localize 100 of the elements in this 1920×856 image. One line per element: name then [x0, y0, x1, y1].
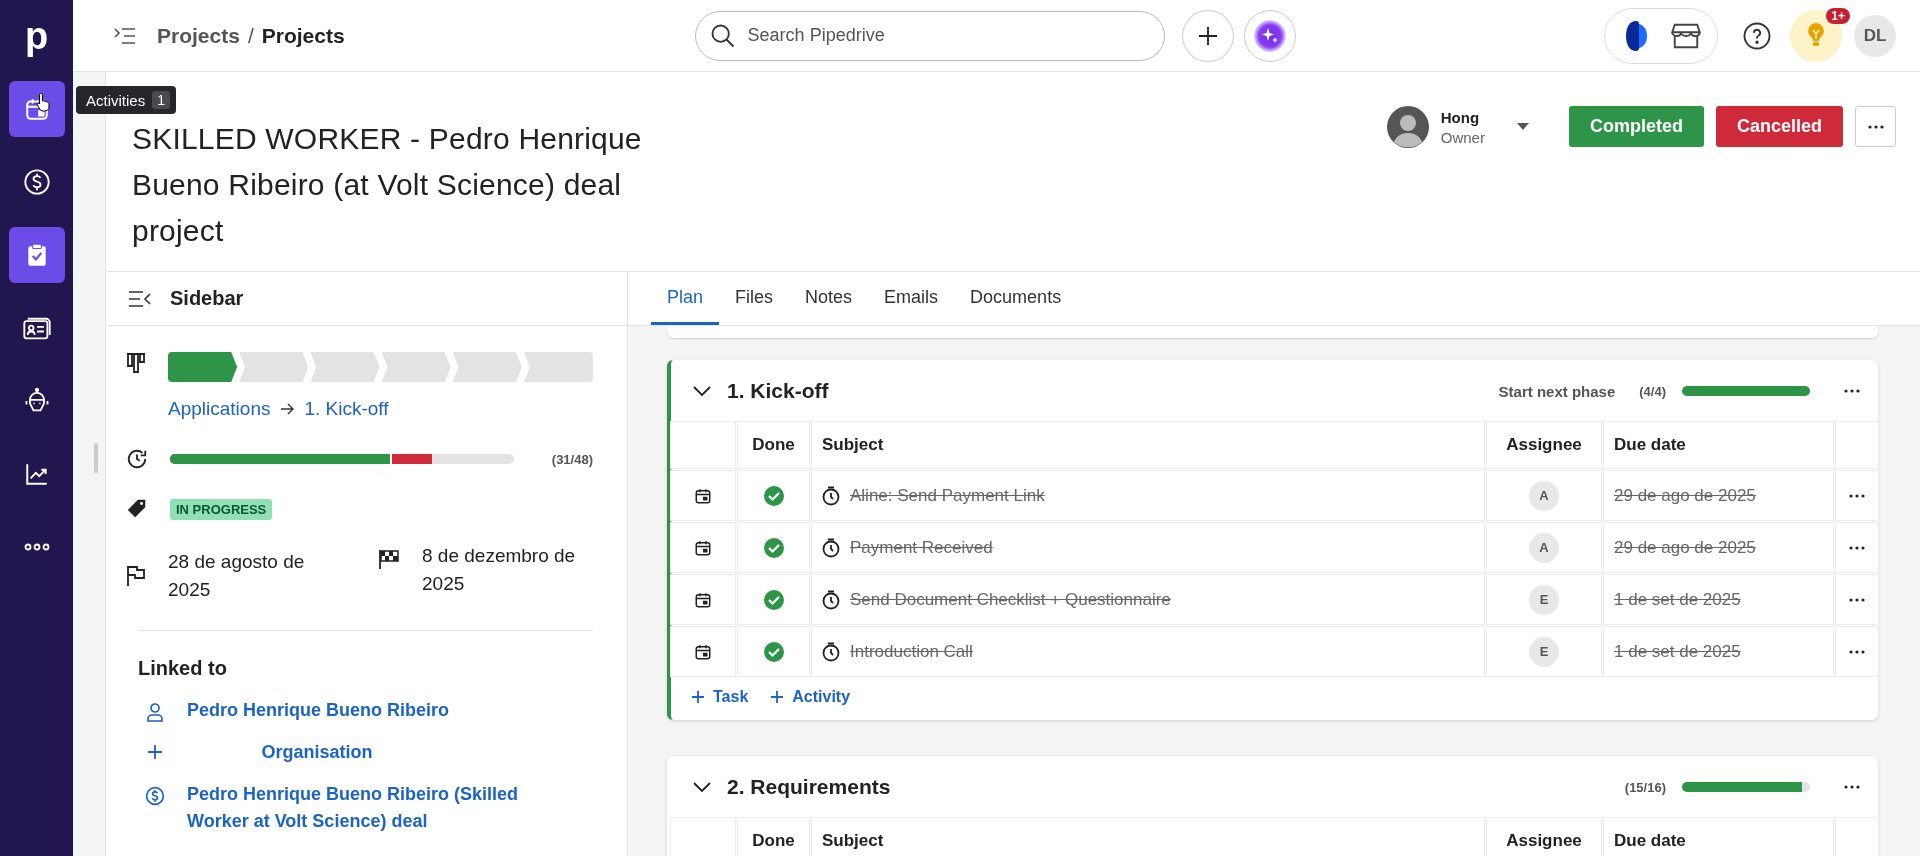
marketplace-icon[interactable]	[1671, 21, 1701, 50]
plus-icon	[1196, 24, 1219, 47]
cancelled-button[interactable]: Cancelled	[1715, 106, 1843, 147]
add-link[interactable]: Task	[691, 688, 749, 706]
chart-icon	[23, 461, 50, 487]
column-header: Done	[738, 422, 809, 468]
more-icon	[23, 543, 50, 551]
search-field[interactable]: Search Pipedrive	[694, 10, 1165, 61]
person-icon	[145, 702, 165, 722]
arrow-right-icon	[280, 403, 295, 415]
completed-button[interactable]: Completed	[1568, 106, 1704, 147]
more-icon[interactable]	[1844, 389, 1860, 393]
column-header: Assignee	[1487, 818, 1601, 856]
expand-menu-icon[interactable]	[113, 26, 137, 45]
assignee-avatar: A	[1529, 480, 1559, 511]
due-date: 1 de set de 2025	[1614, 641, 1741, 662]
more-icon[interactable]	[1849, 649, 1865, 654]
user-avatar[interactable]: DL	[1854, 14, 1896, 57]
more-icon[interactable]	[1844, 785, 1860, 789]
count-badge: 1	[152, 91, 170, 109]
calendar-icon[interactable]	[694, 538, 712, 557]
column-header: Due date	[1604, 818, 1833, 856]
chevron-down-icon[interactable]	[693, 386, 711, 396]
owner-name: Hong	[1440, 108, 1481, 126]
calendar-icon[interactable]	[694, 590, 712, 609]
board-link[interactable]: Applications	[168, 398, 271, 420]
sidebar-title: Sidebar	[170, 287, 244, 310]
stopwatch-icon	[822, 641, 840, 662]
tab[interactable]: Notes	[789, 272, 869, 325]
tab[interactable]: Files	[719, 272, 790, 325]
status-tag: IN PROGRESS	[170, 498, 273, 520]
breadcrumb-current: Projects	[261, 23, 345, 48]
due-date: 29 de ago de 2025	[1614, 537, 1756, 558]
phase-count: (4/4)	[1639, 383, 1666, 399]
start-date: 28 de agosto de 2025	[168, 550, 306, 602]
stopwatch-icon	[822, 589, 840, 610]
more-icon[interactable]	[1849, 597, 1865, 602]
column-header: Done	[738, 818, 809, 856]
sparkle-icon	[1252, 18, 1287, 53]
board-icon	[126, 352, 146, 374]
dollar-icon	[22, 168, 51, 196]
add-link[interactable]: Activity	[770, 688, 851, 706]
section-heading: Linked to	[138, 657, 228, 680]
more-icon[interactable]	[1849, 545, 1865, 550]
stopwatch-icon	[822, 485, 840, 506]
check-circle-icon[interactable]	[762, 588, 785, 611]
check-circle-icon[interactable]	[762, 536, 785, 559]
owner-role: Owner	[1440, 128, 1485, 146]
stopwatch-icon	[822, 537, 840, 558]
tab[interactable]: Documents	[954, 272, 1078, 325]
flag-icon	[126, 565, 146, 587]
dollar-icon	[145, 786, 165, 806]
progress-clock-icon	[126, 448, 148, 470]
due-date: 1 de set de 2025	[1614, 589, 1741, 610]
app-logo[interactable]: p	[24, 0, 49, 72]
progress-count: (31/48)	[551, 451, 593, 467]
column-header: Due date	[1604, 422, 1833, 468]
stage-segment[interactable]	[168, 352, 238, 382]
header-cell	[671, 422, 735, 468]
calendar-icon[interactable]	[694, 486, 712, 505]
task-subject[interactable]: Introduction Call	[850, 641, 973, 662]
resize-handle[interactable]	[94, 443, 98, 473]
linked-item-link[interactable]: Pedro Henrique Bueno Ribeiro	[187, 697, 567, 724]
calendar-icon[interactable]	[694, 642, 712, 661]
assignee-avatar: A	[1529, 532, 1559, 563]
more-icon[interactable]	[1849, 493, 1865, 498]
phase-link[interactable]: 1. Kick-off	[304, 398, 389, 420]
end-date: 8 de dezembro de 2025	[422, 544, 577, 596]
avatar	[1386, 106, 1429, 148]
check-circle-icon[interactable]	[762, 640, 785, 663]
nav-item[interactable]	[8, 81, 65, 137]
start-next-phase-button[interactable]: Start next phase	[1498, 382, 1616, 400]
breadcrumb-link[interactable]: Projects	[157, 23, 240, 48]
assignee-avatar: E	[1529, 636, 1559, 667]
nav-item[interactable]	[8, 227, 65, 283]
column-header: Subject	[812, 818, 1484, 856]
more-icon	[1867, 124, 1884, 129]
breadcrumb-separator: /	[247, 23, 254, 48]
task-subject[interactable]: Payment Received	[850, 537, 993, 558]
hand-cursor-icon	[36, 92, 52, 112]
phase-title: 2. Requirements	[727, 775, 891, 799]
task-subject[interactable]: Send Document Checklist + Questionnaire	[850, 589, 1171, 610]
column-header: Assignee	[1487, 422, 1601, 468]
collapse-sidebar-icon[interactable]	[128, 289, 152, 308]
task-subject[interactable]: Aline: Send Payment Link	[850, 485, 1045, 506]
notification-badge: 1+	[1826, 7, 1850, 24]
calendar-icon	[23, 96, 50, 122]
project-title: SKILLED WORKER - Pedro Henrique Bueno Ribeiro (at Volt Science) deal project	[132, 121, 643, 249]
linked-item-link[interactable]: Pedro Henrique Bueno Ribeiro (Skilled Worker at Volt Science) deal	[187, 781, 567, 835]
linked-item-link[interactable]: Organisation	[187, 739, 447, 766]
phase-count: (15/16)	[1624, 779, 1666, 795]
chevron-down-icon[interactable]	[693, 782, 711, 792]
contact-card-icon	[21, 315, 52, 341]
help-icon[interactable]	[1742, 20, 1772, 51]
tab[interactable]: Emails	[868, 272, 955, 325]
plus-icon	[770, 690, 785, 704]
tooltip-label: Activities	[86, 91, 146, 109]
dropdown-caret-icon[interactable]	[1516, 123, 1529, 131]
header-cell	[1836, 818, 1878, 856]
check-circle-icon[interactable]	[762, 484, 785, 507]
